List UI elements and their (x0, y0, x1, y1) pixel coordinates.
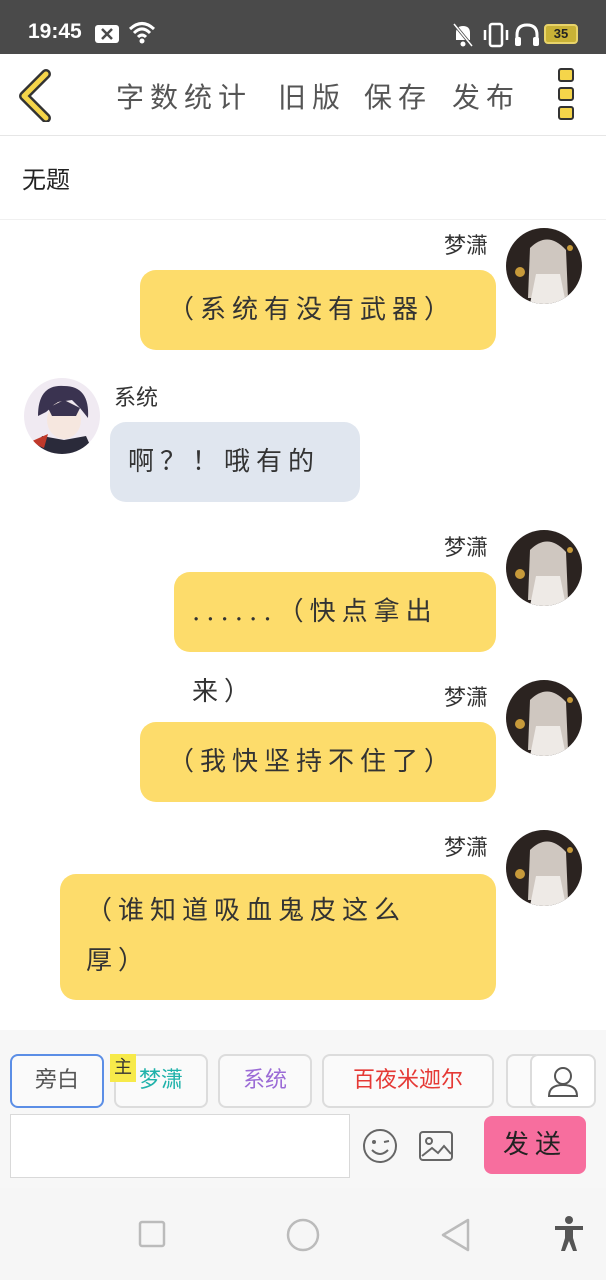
sender-name: 梦潇 (444, 234, 489, 259)
user-icon (547, 1067, 579, 1097)
old-version-button[interactable]: 旧版 (278, 76, 346, 116)
status-time: 19:45 (28, 20, 82, 43)
message-line: 厚） (86, 946, 151, 976)
avatar[interactable] (506, 530, 582, 606)
image-icon[interactable] (418, 1130, 454, 1162)
sender-name: 系统 (114, 386, 159, 411)
home-icon[interactable] (286, 1218, 320, 1256)
headphones-icon (514, 22, 540, 52)
back-button[interactable] (14, 68, 58, 123)
system-nav-bar (0, 1188, 606, 1280)
close-box-icon (94, 24, 120, 48)
message-bubble[interactable]: （系统有没有武器） (140, 270, 496, 350)
title-row[interactable]: 无题 (0, 136, 606, 220)
role-chip-narration[interactable]: 旁白 (10, 1054, 104, 1108)
accessibility-icon[interactable] (554, 1216, 584, 1256)
message-bubble[interactable]: 啊？！哦有的 (110, 422, 360, 502)
composer-panel: 旁白 梦潇 系统 百夜米迦尔 发送 (0, 1030, 606, 1188)
publish-button[interactable]: 发布 (452, 76, 520, 116)
sender-name: 梦潇 (444, 836, 489, 861)
vibrate-icon (482, 22, 510, 52)
avatar[interactable] (506, 680, 582, 756)
story-title[interactable]: 无题 (22, 160, 70, 195)
send-button[interactable]: 发送 (484, 1116, 586, 1174)
sender-name: 梦潇 (444, 536, 489, 561)
word-count-button[interactable]: 字数统计 (116, 76, 252, 116)
sender-name: 梦潇 (444, 686, 489, 711)
message-bubble[interactable]: ......（快点拿出来） (174, 572, 496, 707)
avatar[interactable] (506, 228, 582, 304)
role-chip-mikaela[interactable]: 百夜米迦尔 (322, 1054, 494, 1108)
chevron-left-icon (19, 69, 51, 123)
message-line: （谁知道吸血鬼皮这么 (86, 896, 407, 926)
message-bubble[interactable]: （我快坚持不住了） (140, 722, 496, 802)
wifi-icon (128, 20, 156, 48)
avatar[interactable] (24, 378, 100, 454)
message-input[interactable] (10, 1114, 350, 1178)
battery-icon: 35 (544, 24, 578, 44)
recent-apps-icon[interactable] (138, 1220, 166, 1252)
chat-area: 梦潇 （系统有没有武器） 系统 啊？！哦有的 梦潇 ......（快点拿出来） … (0, 220, 606, 1030)
more-vertical-icon[interactable] (558, 68, 578, 124)
status-bar: 19:45 35 (0, 0, 606, 54)
owner-tag: 主 (110, 1054, 136, 1082)
avatar[interactable] (506, 830, 582, 906)
top-toolbar: 字数统计 旧版 保存 发布 (0, 54, 606, 136)
message-bubble[interactable]: （谁知道吸血鬼皮这么 厚） (60, 874, 496, 1000)
emoji-icon[interactable] (362, 1128, 398, 1164)
back-nav-icon[interactable] (440, 1218, 470, 1256)
role-chip-system[interactable]: 系统 (218, 1054, 312, 1108)
add-role-button[interactable] (530, 1054, 596, 1108)
save-button[interactable]: 保存 (364, 76, 432, 116)
mute-bell-icon (452, 22, 474, 52)
